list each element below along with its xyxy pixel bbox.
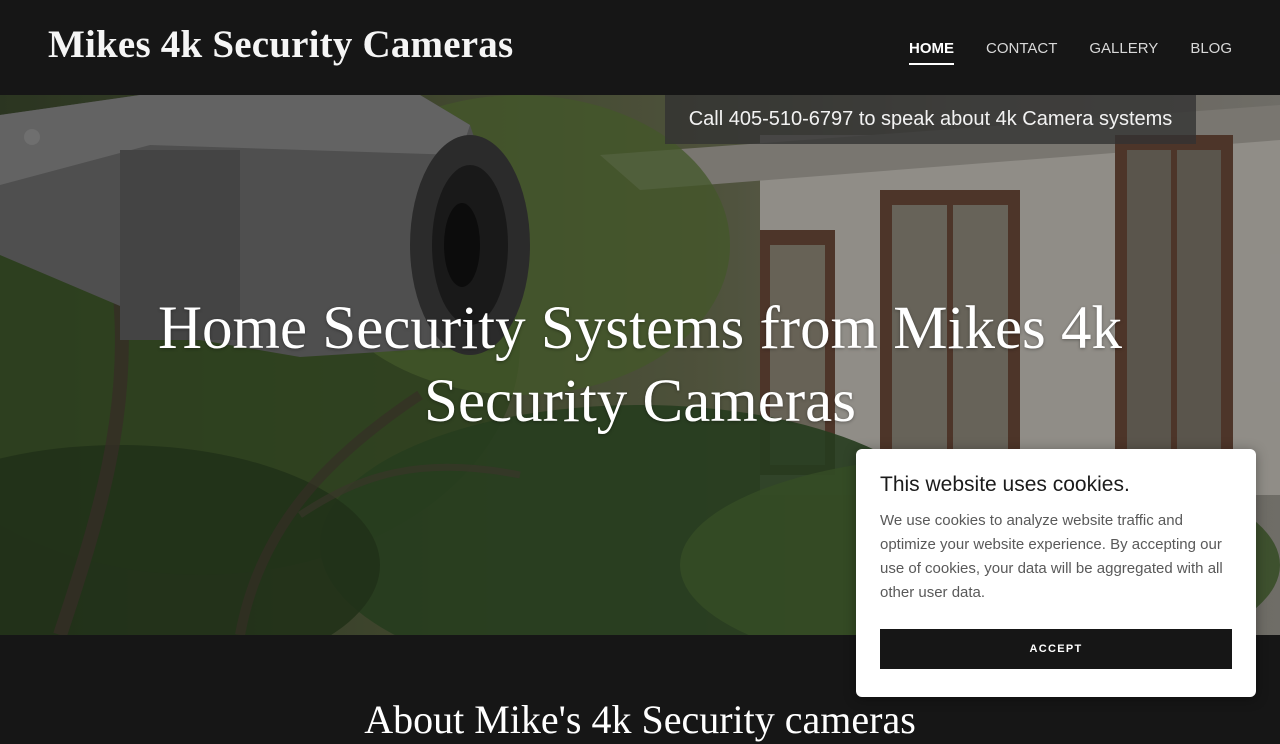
about-heading: About Mike's 4k Security cameras — [364, 697, 916, 742]
cookie-title: This website uses cookies. — [880, 473, 1130, 496]
nav-contact[interactable]: CONTACT — [986, 40, 1057, 65]
site-header: Mikes 4k Security Cameras HOME CONTACT G… — [0, 0, 1280, 95]
nav-home[interactable]: HOME — [908, 40, 954, 65]
cookie-banner: This website uses cookies. We use cookie… — [856, 449, 1256, 697]
cookie-text: We use cookies to analyze website traffi… — [880, 512, 1223, 601]
accept-cookies-button[interactable]: ACCEPT — [880, 629, 1232, 669]
nav-gallery[interactable]: GALLERY — [1089, 40, 1158, 65]
call-banner: Call 405-510-6797 to speak about 4k Came… — [665, 95, 1196, 144]
hero-title: Home Security Systems from Mikes 4k Secu… — [157, 295, 1123, 435]
site-logo[interactable]: Mikes 4k Security Cameras — [48, 22, 513, 67]
nav-blog[interactable]: BLOG — [1190, 40, 1232, 65]
main-nav: HOME CONTACT GALLERY BLOG — [908, 40, 1232, 65]
